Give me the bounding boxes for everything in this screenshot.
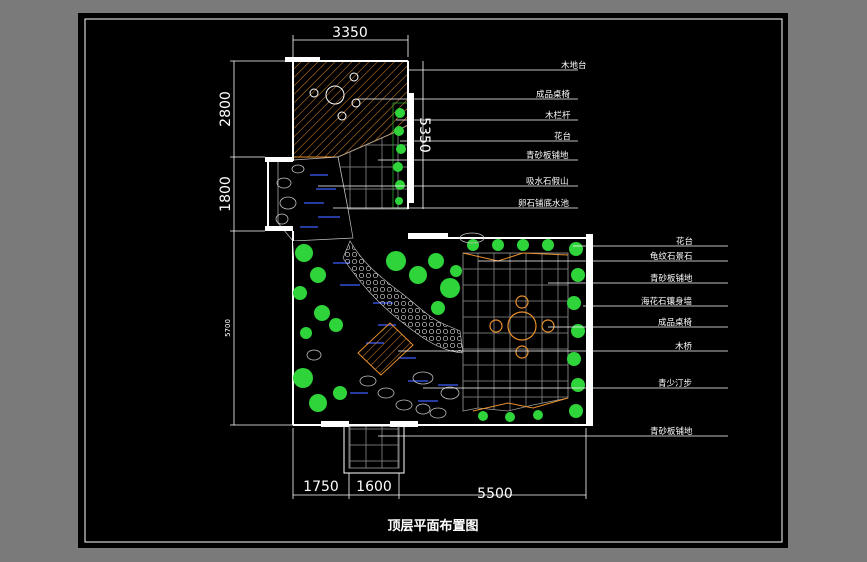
callouts-lower: 花台 龟纹石景石 青砂板铺地 海花石镶身墙 成品桌椅 木桥 青少汀步 青砂板铺地 [641,236,693,437]
dim-right-mid: 5350 [416,117,432,153]
callout-label: 木栏杆 [545,110,571,121]
dim-left-upper: 2800 [218,91,234,127]
drawing-title: 顶层平面布置图 [387,518,478,534]
paving-lower [462,252,569,412]
callout-label: 青砂板铺地 [650,273,693,284]
callout-label: 花台 [554,131,571,142]
dim-left-lower: 5700 [224,319,232,337]
callout-label: 木地台 [561,60,587,71]
callout-label: 海花石镶身墙 [641,296,693,307]
dim-bottom-b: 1600 [356,479,392,495]
entry-paving [348,425,400,469]
callout-label: 吸水石假山 [526,176,569,187]
floor-plan-drawing: 3350 2800 1800 5700 5350 1750 1600 5500 … [84,18,783,543]
lower-garden [292,231,593,474]
callout-label: 青少汀步 [658,378,692,389]
callout-label: 卵石铺底水池 [518,198,570,209]
callout-label: 青砂板铺地 [526,150,569,161]
dim-bottom-a: 1750 [303,479,339,495]
callout-label: 花台 [676,236,693,247]
dim-left-middle: 1800 [218,176,234,212]
callout-label: 龟纹石景石 [650,251,693,262]
callout-label: 木桥 [675,341,693,352]
upper-terrace [265,57,414,242]
wall-segment [408,93,414,203]
callouts-upper: 木地台 成品桌椅 木栏杆 花台 青砂板铺地 吸水石假山 卵石铺底水池 [518,60,587,209]
callout-label: 成品桌椅 [536,89,571,100]
dim-top: 3350 [332,25,368,41]
callout-label: 成品桌椅 [658,317,693,328]
dim-bottom-c: 5500 [477,486,513,502]
callout-label: 青砂板铺地 [650,426,693,437]
drawing-sheet: 3350 2800 1800 5700 5350 1750 1600 5500 … [78,13,788,548]
wall-segment [265,157,293,162]
wall-segment [265,226,293,231]
wall-segment [408,233,448,239]
wall-segment [586,234,593,426]
